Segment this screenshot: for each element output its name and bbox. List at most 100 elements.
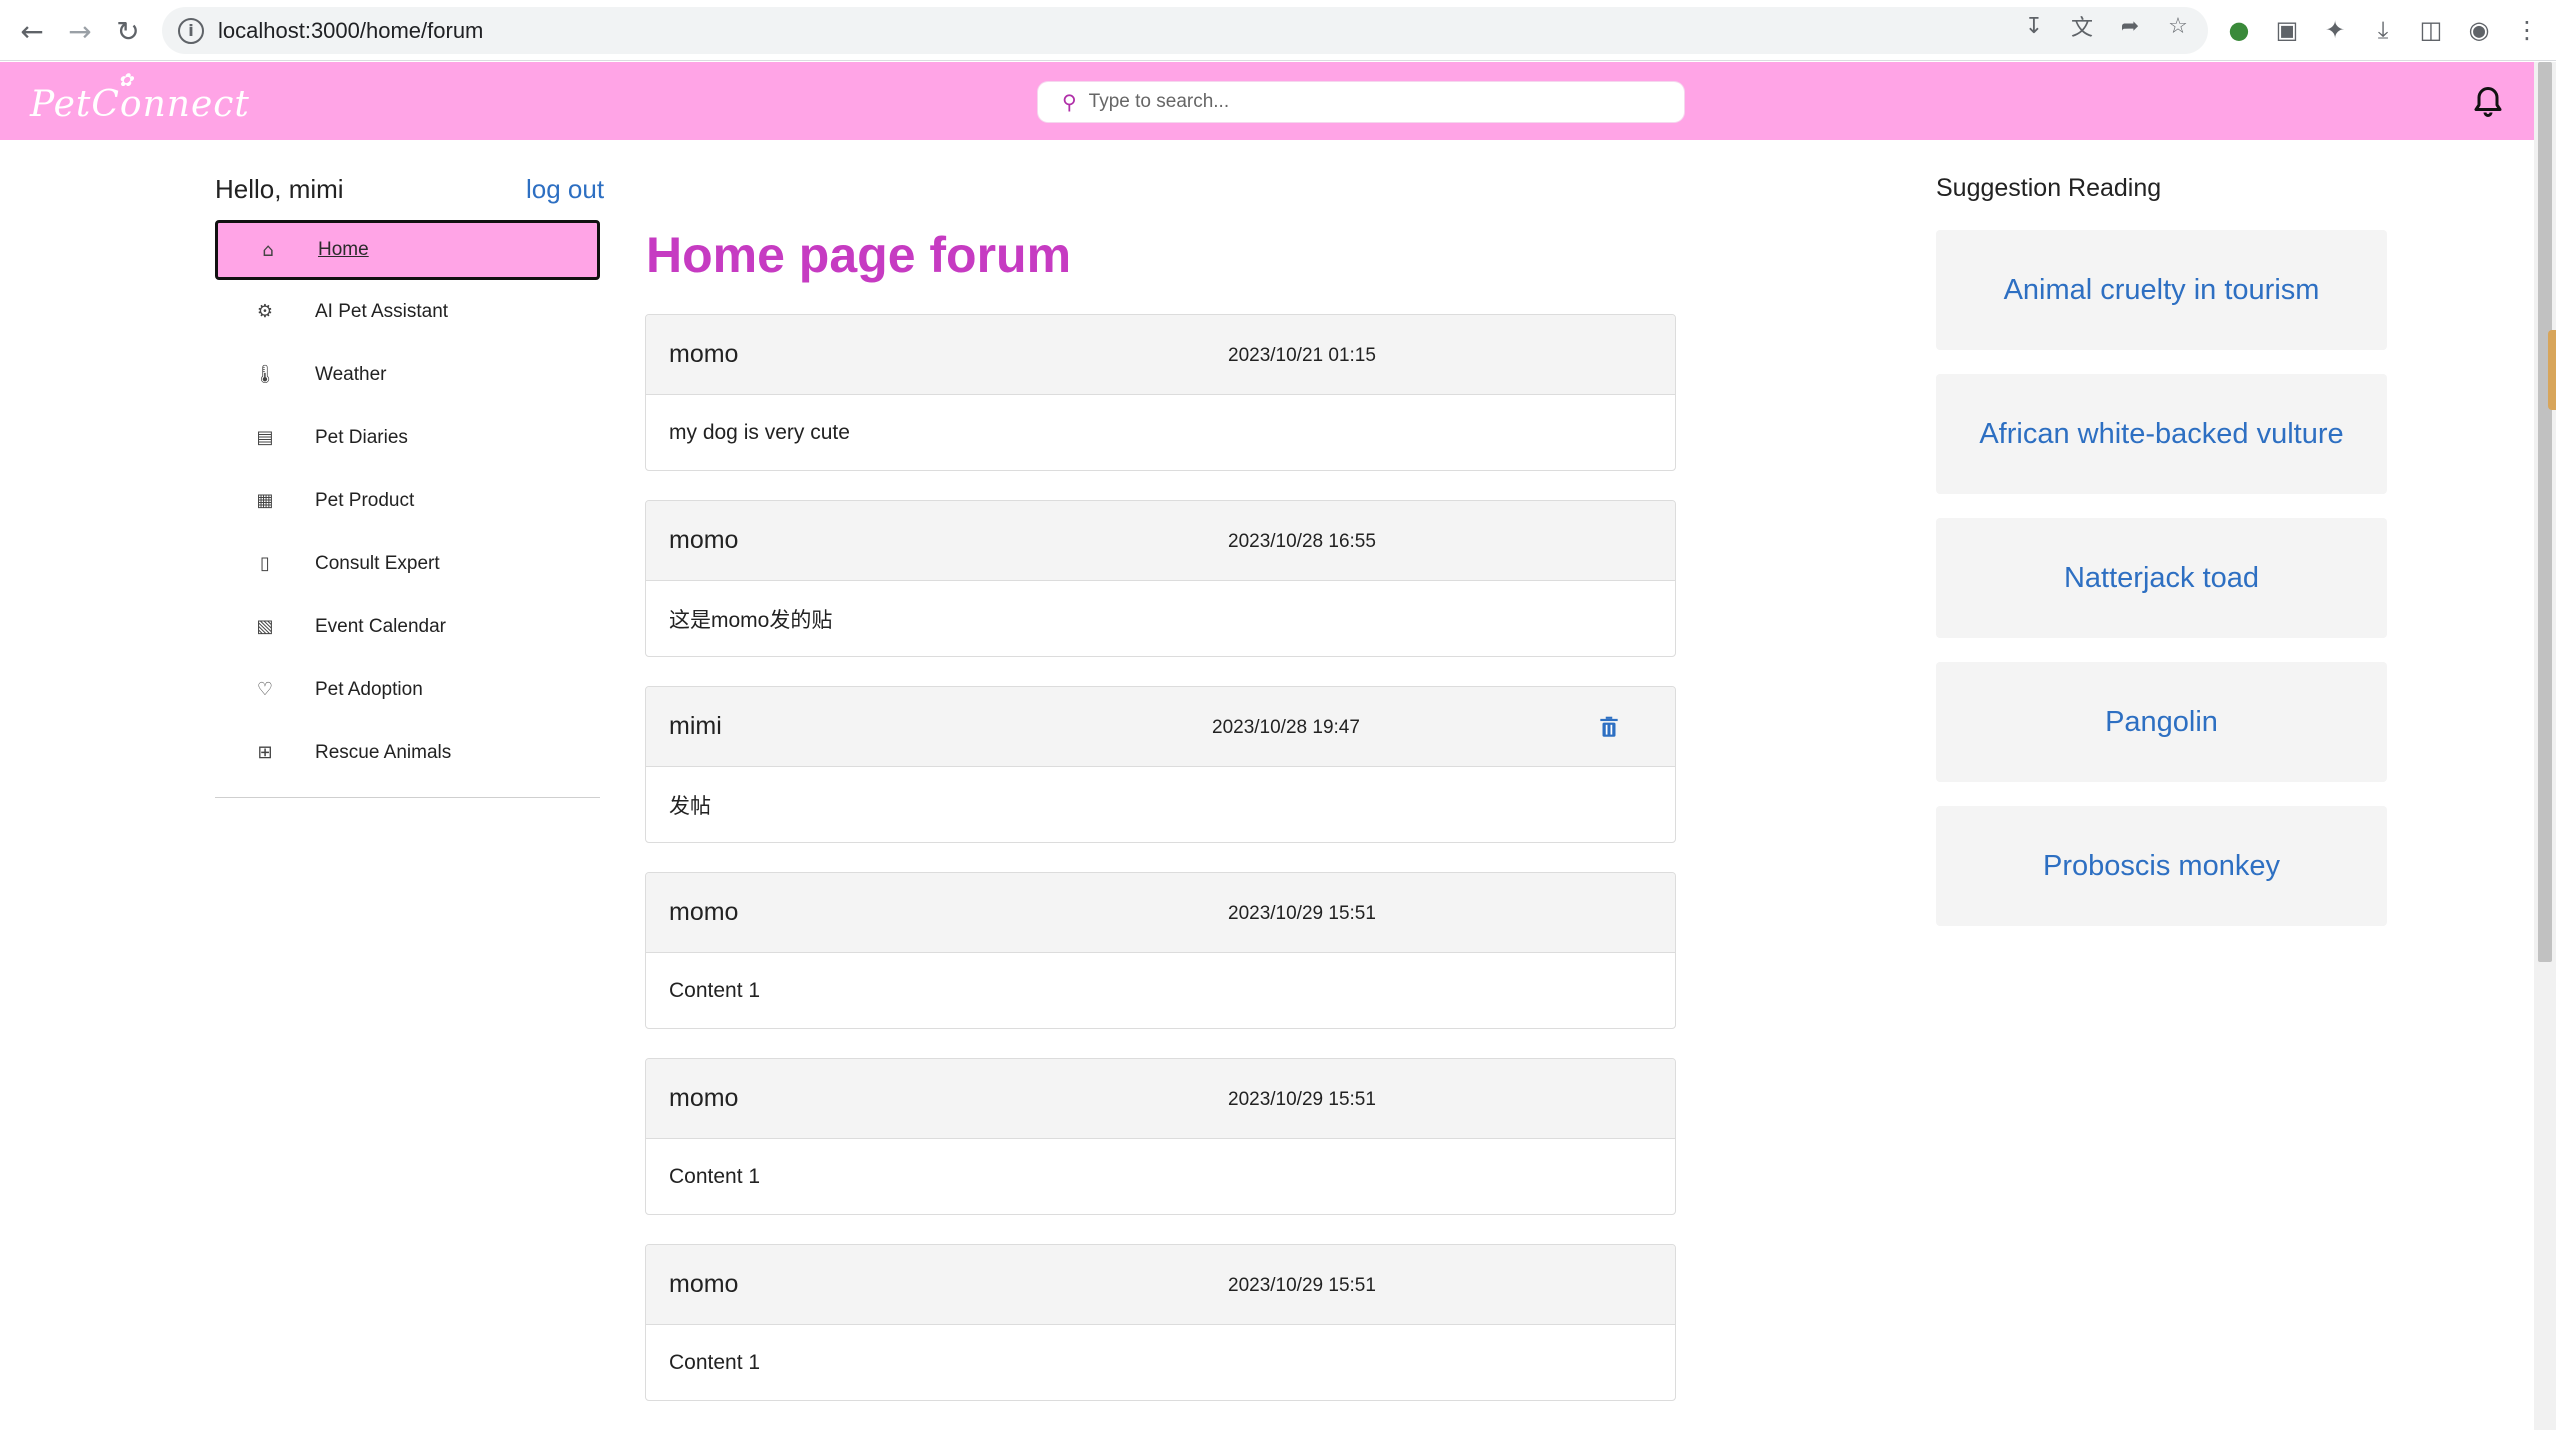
suggestion-list: Animal cruelty in tourism African white-…: [1936, 230, 2387, 950]
suggestion-card[interactable]: African white-backed vulture: [1936, 374, 2387, 494]
post-date: 2023/10/28 19:47: [1212, 717, 1360, 738]
site-info-icon[interactable]: i: [178, 17, 204, 44]
sidebar-item-pet-product[interactable]: ▦ Pet Product: [215, 469, 600, 532]
menu-kebab-icon[interactable]: ⋮: [2512, 15, 2542, 45]
diary-icon: ▤: [256, 427, 274, 448]
product-chart-icon: ▦: [256, 490, 274, 511]
robot-icon: ⚙: [256, 301, 274, 322]
post-author: momo: [669, 340, 739, 368]
chat-icon: ▯: [260, 553, 270, 574]
forum-post[interactable]: momo 2023/10/29 15:51 Content 1: [645, 872, 1676, 1029]
extension-globe-icon[interactable]: ●: [2224, 15, 2254, 45]
forum-post-list: momo 2023/10/21 01:15 my dog is very cut…: [645, 314, 1676, 1430]
search-bar[interactable]: ⚲: [1038, 82, 1684, 122]
logo[interactable]: PetConnect ✿: [30, 70, 250, 125]
forum-post[interactable]: momo 2023/10/21 01:15 my dog is very cut…: [645, 314, 1676, 471]
post-header: momo 2023/10/21 01:15: [646, 315, 1675, 395]
side-panel-icon[interactable]: ◫: [2416, 15, 2446, 45]
sidebar-item-event-calendar[interactable]: ▧ Event Calendar: [215, 595, 600, 658]
post-content: Content 1: [669, 1350, 761, 1374]
post-author: momo: [669, 1270, 739, 1298]
forum-post[interactable]: momo 2023/10/29 15:51 Content 1: [645, 1244, 1676, 1401]
sidebar-item-label: Pet Adoption: [315, 678, 423, 700]
notification-bell-icon[interactable]: [2470, 82, 2506, 122]
forum-post[interactable]: mimi 2023/10/28 19:47 发帖: [645, 686, 1676, 843]
post-date: 2023/10/28 16:55: [1228, 531, 1376, 552]
forum-post[interactable]: momo 2023/10/28 16:55 这是momo发的贴: [645, 500, 1676, 657]
logo-text: PetConnect: [30, 84, 250, 125]
post-date: 2023/10/29 15:51: [1228, 903, 1376, 924]
suggestion-card[interactable]: Natterjack toad: [1936, 518, 2387, 638]
downloads-icon[interactable]: ⤓: [2368, 15, 2398, 45]
app-header: PetConnect ✿ ⚲: [0, 62, 2534, 140]
sidebar-item-label: Weather: [315, 363, 387, 385]
sidebar-item-label: Rescue Animals: [315, 741, 452, 763]
sidebar-item-label: AI Pet Assistant: [315, 300, 449, 322]
post-date: 2023/10/29 15:51: [1228, 1089, 1376, 1110]
post-author: momo: [669, 526, 739, 554]
sidebar-item-pet-diaries[interactable]: ▤ Pet Diaries: [215, 406, 600, 469]
calendar-icon: ▧: [256, 616, 274, 637]
browser-toolbar: ← → ↻ i localhost:3000/home/forum ↧ 文 ➦ …: [0, 0, 2556, 61]
post-header: mimi 2023/10/28 19:47: [646, 687, 1675, 767]
address-url[interactable]: localhost:3000/home/forum: [218, 18, 483, 44]
suggestion-card[interactable]: Animal cruelty in tourism: [1936, 230, 2387, 350]
user-greeting: Hello, mimi: [215, 174, 344, 204]
post-date: 2023/10/29 15:51: [1228, 1275, 1376, 1296]
address-bar[interactable]: i localhost:3000/home/forum: [162, 7, 2208, 54]
sidebar-item-rescue-animals[interactable]: ⊞ Rescue Animals: [215, 721, 600, 784]
post-date: 2023/10/21 01:15: [1228, 345, 1376, 366]
sidebar-item-label: Home: [318, 239, 369, 260]
share-icon[interactable]: ➦: [2116, 12, 2144, 40]
post-author: momo: [669, 898, 739, 926]
suggestion-title: Suggestion Reading: [1936, 174, 2162, 202]
extension-card-icon[interactable]: ▣: [2272, 15, 2302, 45]
back-arrow-icon[interactable]: ←: [14, 13, 50, 49]
post-author: mimi: [669, 712, 722, 740]
sidebar-nav: ⌂ Home ⚙ AI Pet Assistant 🌡 Weather ▤ Pe…: [215, 220, 600, 784]
sidebar-item-label: Pet Product: [315, 489, 415, 511]
profile-icon[interactable]: ◉: [2464, 15, 2494, 45]
paw-icon: ✿: [118, 70, 135, 91]
post-author: momo: [669, 1084, 739, 1112]
medical-plus-icon: ⊞: [257, 742, 273, 763]
sidebar-item-label: Consult Expert: [315, 552, 440, 574]
sidebar-item-label: Pet Diaries: [315, 426, 408, 448]
search-icon: ⚲: [1062, 90, 1077, 114]
forward-arrow-icon[interactable]: →: [62, 13, 98, 49]
sidebar-item-label: Event Calendar: [315, 615, 446, 637]
suggestion-card[interactable]: Pangolin: [1936, 662, 2387, 782]
sidebar-item-home[interactable]: ⌂ Home: [215, 220, 600, 280]
post-content: 发帖: [669, 794, 711, 818]
post-header: momo 2023/10/29 15:51: [646, 1059, 1675, 1139]
page-title: Home page forum: [646, 227, 1072, 283]
post-header: momo 2023/10/29 15:51: [646, 1245, 1675, 1325]
trash-icon[interactable]: [1596, 714, 1622, 740]
thermometer-icon: 🌡: [253, 364, 277, 385]
sidebar-item-consult-expert[interactable]: ▯ Consult Expert: [215, 532, 600, 595]
scrollbar-thumb[interactable]: [2538, 62, 2552, 962]
scroll-edge-handle: [2548, 330, 2556, 410]
bookmark-star-icon[interactable]: ☆: [2164, 12, 2192, 40]
post-content: 这是momo发的贴: [669, 608, 833, 632]
sidebar-item-pet-adoption[interactable]: ♡ Pet Adoption: [215, 658, 600, 721]
extensions-puzzle-icon[interactable]: ✦: [2320, 15, 2350, 45]
post-header: momo 2023/10/28 16:55: [646, 501, 1675, 581]
page-scrollbar[interactable]: [2534, 62, 2556, 1430]
logout-link[interactable]: log out: [526, 174, 604, 205]
suggestion-card[interactable]: Proboscis monkey: [1936, 806, 2387, 926]
translate-icon[interactable]: 文: [2068, 12, 2096, 41]
post-header: momo 2023/10/29 15:51: [646, 873, 1675, 953]
post-content: Content 1: [669, 978, 761, 1002]
forum-post[interactable]: momo 2023/10/29 15:51 Content 1: [645, 1058, 1676, 1215]
post-content: my dog is very cute: [669, 420, 850, 444]
home-icon: ⌂: [262, 239, 274, 261]
reload-icon[interactable]: ↻: [110, 13, 146, 49]
sidebar-item-weather[interactable]: 🌡 Weather: [215, 343, 600, 406]
sidebar-item-ai-pet-assistant[interactable]: ⚙ AI Pet Assistant: [215, 280, 600, 343]
search-input[interactable]: [1088, 91, 1649, 113]
heart-icon: ♡: [256, 679, 274, 700]
sidebar-divider: [215, 797, 600, 798]
post-content: Content 1: [669, 1164, 761, 1188]
install-icon[interactable]: ↧: [2020, 12, 2048, 40]
